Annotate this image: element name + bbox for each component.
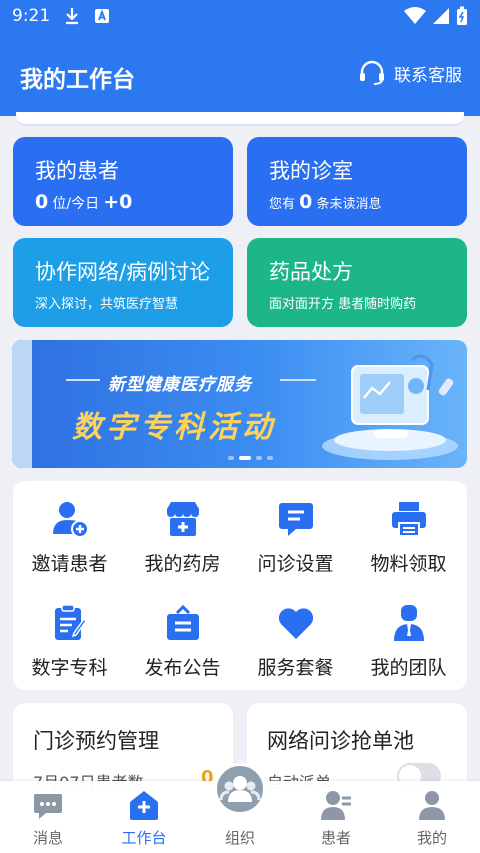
grid-item-service-package[interactable]: 服务套餐 — [239, 603, 352, 680]
header-shadow-strip — [16, 112, 464, 126]
announcement-icon — [166, 604, 199, 640]
grid-item-label: 邀请患者 — [31, 553, 108, 575]
tab-patients[interactable]: 患者 — [288, 781, 384, 853]
patients-delta: +0 — [103, 191, 133, 213]
clipboard-edit-icon — [54, 604, 87, 640]
app-a-icon — [95, 9, 110, 23]
patients-icon — [321, 791, 351, 820]
my-patients-title: 我的患者 — [35, 159, 119, 183]
tab-messages[interactable]: 消息 — [0, 781, 96, 853]
pagination-dot — [256, 456, 262, 460]
my-patients-stats: 0 位/今日 +0 — [35, 191, 132, 213]
battery-icon — [457, 6, 467, 25]
pharmacy-icon — [166, 502, 199, 536]
workbench-icon — [130, 791, 158, 820]
printer-icon — [391, 502, 426, 537]
grid-item-label: 我的团队 — [370, 657, 447, 679]
pagination-dot-active — [239, 456, 251, 460]
heart-icon — [278, 608, 313, 639]
clinic-suffix: 条未读消息 — [316, 197, 382, 212]
banner-title: 数字专科活动 — [72, 410, 276, 445]
patients-unit: 位/今日 — [52, 196, 100, 212]
download-icon — [66, 8, 79, 25]
grid-item-consult-settings[interactable]: 问诊设置 — [239, 499, 352, 576]
organization-center-button[interactable] — [214, 763, 266, 815]
status-bar: 9:21 — [0, 0, 480, 32]
grid-item-invite-patient[interactable]: 邀请患者 — [13, 499, 126, 576]
patients-count: 0 — [35, 191, 49, 213]
message-icon — [34, 794, 62, 819]
consult-settings-icon — [278, 503, 313, 536]
tab-label: 患者 — [320, 829, 351, 847]
tab-label: 组织 — [224, 829, 255, 847]
grid-item-label: 服务套餐 — [257, 657, 334, 679]
quick-actions-panel: 邀请患者 我的药房 问诊设置 物料领取 数字专科 发布公告 服务套餐 我的团队 — [13, 481, 467, 690]
grid-item-publish-announcement[interactable]: 发布公告 — [126, 603, 239, 680]
team-icon — [393, 605, 424, 641]
contact-service-label: 联系客服 — [394, 65, 462, 86]
clinic-unread-count: 0 — [299, 191, 313, 213]
wifi-icon — [404, 7, 426, 24]
status-time: 9:21 — [12, 6, 51, 26]
drug-prescription-sub: 面对面开方 患者随时购药 — [269, 297, 417, 312]
signal-icon — [433, 8, 449, 24]
pagination-dot — [228, 456, 234, 460]
clinic-unread-text: 您有 0 条未读消息 — [269, 191, 382, 213]
banner-prev-edge — [12, 340, 32, 468]
grid-item-material-pickup[interactable]: 物料领取 — [352, 499, 465, 576]
grid-item-my-team[interactable]: 我的团队 — [352, 603, 465, 680]
my-clinic-title: 我的诊室 — [269, 159, 353, 183]
collaboration-network-title: 协作网络/病例讨论 — [35, 260, 211, 284]
medical-platform-illustration-icon — [322, 354, 458, 460]
my-patients-card[interactable]: 我的患者 0 位/今日 +0 — [13, 137, 233, 226]
online-consult-pool-title: 网络问诊抢单池 — [267, 729, 414, 753]
banner-pagination — [228, 456, 273, 460]
collaboration-network-card[interactable]: 协作网络/病例讨论 深入探讨，共筑医疗智慧 — [13, 238, 233, 327]
grid-item-label: 发布公告 — [144, 657, 221, 679]
grid-item-label: 我的药房 — [144, 553, 221, 575]
app-header: 我的工作台 联系客服 — [0, 32, 480, 116]
invite-patient-icon — [52, 502, 89, 538]
grid-item-label: 物料领取 — [370, 553, 447, 575]
banner-subtitle: 新型健康医疗服务 — [108, 375, 252, 395]
tab-label: 我的 — [416, 829, 447, 847]
headset-icon — [360, 60, 384, 85]
grid-item-pharmacy[interactable]: 我的药房 — [126, 499, 239, 576]
promo-banner[interactable]: 新型健康医疗服务 数字专科活动 — [12, 340, 467, 468]
tab-label: 工作台 — [121, 829, 167, 847]
page-title: 我的工作台 — [20, 67, 135, 93]
contact-service-button[interactable]: 联系客服 — [358, 60, 462, 86]
drug-prescription-card[interactable]: 药品处方 面对面开方 患者随时购药 — [247, 238, 467, 327]
grid-item-label: 问诊设置 — [257, 553, 334, 575]
clinic-prefix: 您有 — [269, 197, 296, 212]
tab-profile[interactable]: 我的 — [384, 781, 480, 853]
grid-item-label: 数字专科 — [31, 657, 108, 679]
my-clinic-card[interactable]: 我的诊室 您有 0 条未读消息 — [247, 137, 467, 226]
tab-workbench[interactable]: 工作台 — [96, 781, 192, 853]
grid-item-digital-specialty[interactable]: 数字专科 — [13, 603, 126, 680]
drug-prescription-title: 药品处方 — [269, 260, 353, 284]
pagination-dot — [267, 456, 273, 460]
profile-icon — [419, 791, 445, 820]
outpatient-appointment-title: 门诊预约管理 — [33, 729, 159, 753]
organization-icon — [219, 776, 261, 802]
collaboration-network-sub: 深入探讨，共筑医疗智慧 — [35, 297, 179, 312]
tab-label: 消息 — [32, 829, 63, 847]
